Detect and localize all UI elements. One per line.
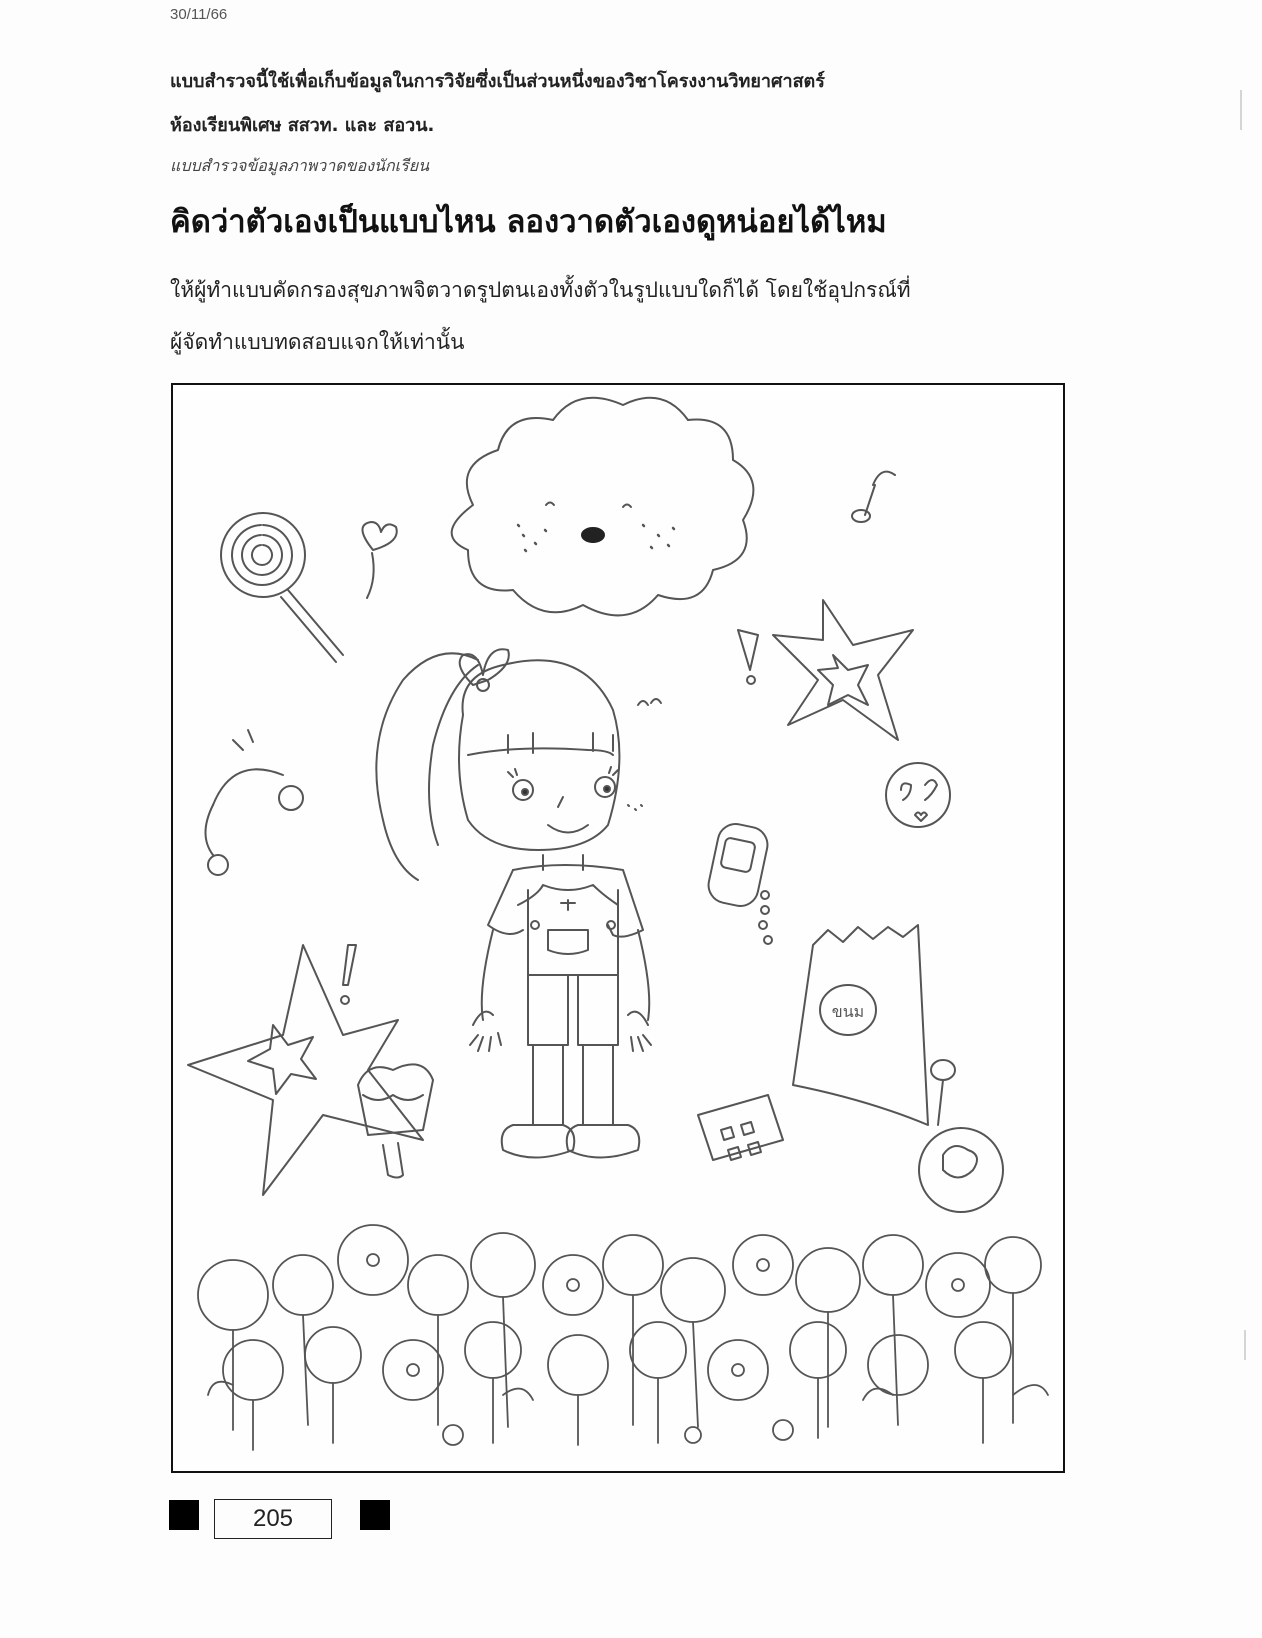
spoon-drawing <box>930 1059 956 1126</box>
instruction-line-2: ผู้จัดทำแบบทดสอบแจกให้เท่านั้น <box>170 330 465 354</box>
lollipop-drawing <box>220 512 344 663</box>
instruction-line-1: ให้ผู้ทำแบบคัดกรองสุขภาพจิตวาดรูปตนเองทั… <box>170 278 911 302</box>
student-drawing: ขนม <box>187 396 1049 1451</box>
alignment-marker-left <box>169 1500 199 1530</box>
chocolate-bar-drawing <box>697 1094 784 1161</box>
date-stamp: 30/11/66 <box>170 6 228 23</box>
girl-self-portrait <box>375 648 662 1159</box>
scan-artifact <box>1244 1330 1246 1360</box>
alignment-marker-right <box>360 1500 390 1530</box>
survey-page: { "header": { "date": "30/11/66" }, "int… <box>0 0 1262 1638</box>
music-note-drawing <box>851 470 896 523</box>
page-heading: คิดว่าตัวเองเป็นแบบไหน ลองวาดตัวเองดูหน่… <box>170 204 887 240</box>
drawing-frame: ขนม <box>171 383 1065 1473</box>
headphones-drawing <box>204 729 304 876</box>
intro-line-1: แบบสำรวจนี้ใช้เพื่อเก็บข้อมูลในการวิจัยซ… <box>170 71 825 92</box>
heart-sprout-drawing <box>361 521 398 599</box>
snack-bag-label: ขนม <box>832 1002 864 1021</box>
snack-bag-drawing: ขนม <box>792 924 929 1126</box>
star-drawing <box>772 599 914 741</box>
student-id-box: 205 <box>214 1499 332 1539</box>
cookie-jar-drawing <box>918 1127 1004 1213</box>
candy-jar-drawing <box>885 762 951 828</box>
cloud-dog-drawing <box>450 396 755 617</box>
ice-cream-drawing <box>357 1063 434 1179</box>
big-star-drawing <box>187 944 424 1196</box>
exclamation-mark-drawing <box>737 629 759 685</box>
scan-artifact <box>1240 90 1242 130</box>
phone-drawing <box>707 823 773 945</box>
intro-line-2: ห้องเรียนพิเศษ สสวท. และ สอวน. <box>170 115 435 136</box>
survey-subtitle: แบบสำรวจข้อมูลภาพวาดของนักเรียน <box>170 156 430 175</box>
flower-field-drawing <box>197 1224 1049 1451</box>
